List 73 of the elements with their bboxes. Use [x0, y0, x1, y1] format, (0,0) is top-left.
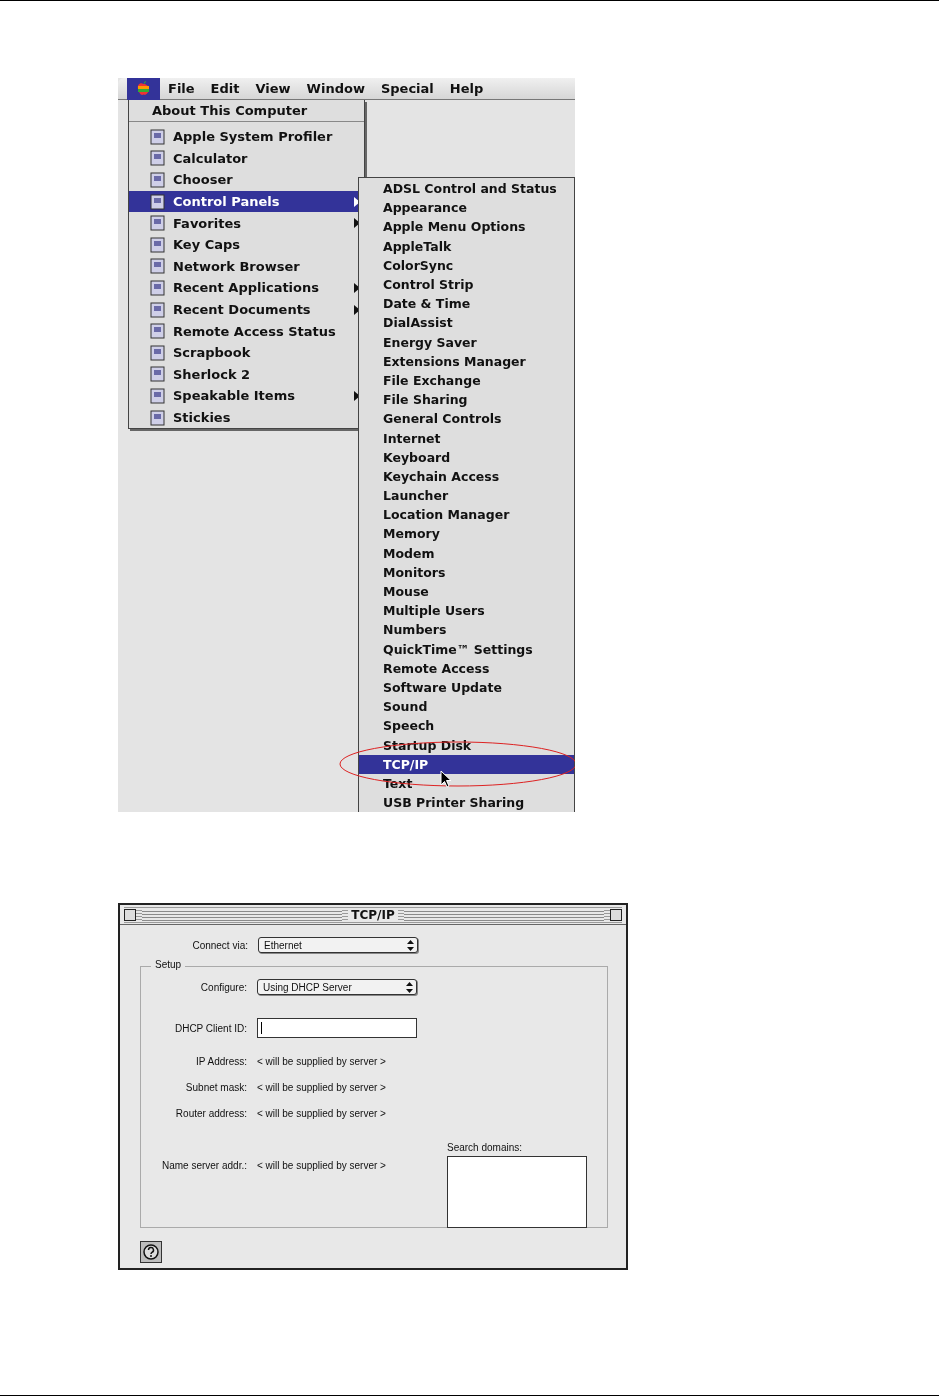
app-icon — [149, 323, 167, 340]
app-icon — [149, 172, 167, 188]
menu-item[interactable]: Mouse — [359, 581, 574, 602]
menu-title[interactable]: View — [247, 81, 299, 96]
app-icon — [149, 128, 167, 145]
menu-item[interactable]: QuickTime™ Settings — [359, 639, 574, 659]
menu-item[interactable]: About This Computer — [129, 100, 364, 122]
apple-logo-icon — [137, 81, 150, 96]
field-value: < will be supplied by server > — [257, 1160, 387, 1171]
menu-item[interactable]: Memory — [359, 524, 574, 544]
menu-title[interactable]: File — [160, 81, 203, 96]
menu-item[interactable]: Keyboard — [359, 447, 574, 467]
menu-item[interactable]: Multiple Users — [359, 601, 574, 621]
field-label: Router address: — [174, 1107, 248, 1119]
menu-item[interactable]: Internet — [359, 428, 574, 448]
menu-title[interactable]: Special — [372, 81, 442, 96]
field-label: Search domains: — [447, 1142, 524, 1153]
help-button[interactable] — [140, 1241, 162, 1263]
app-icon — [149, 301, 167, 318]
field-value: < will be supplied by server > — [257, 1081, 387, 1093]
menu-item[interactable]: Numbers — [359, 620, 574, 640]
updown-arrows-icon — [406, 981, 413, 993]
field-label: Name server addr.: — [160, 1160, 248, 1171]
field-value: < will be supplied by server > — [257, 1055, 387, 1067]
app-icon — [149, 258, 167, 275]
app-icon — [149, 387, 167, 404]
input-field[interactable] — [257, 1018, 417, 1038]
field-label: DHCP Client ID: — [173, 1022, 248, 1034]
menu-item[interactable]: Software Update — [359, 677, 574, 698]
app-icon — [149, 409, 167, 426]
field-label: Connect via: — [191, 939, 249, 951]
app-icon — [149, 279, 167, 296]
menu-item[interactable]: Apple System Profiler — [129, 126, 364, 148]
app-icon — [149, 193, 167, 210]
connect-via-popup[interactable]: Ethernet — [258, 937, 418, 953]
close-box[interactable] — [124, 908, 136, 921]
apple-menu-title[interactable] — [127, 78, 160, 100]
menu-item[interactable]: USB Printer Sharing — [359, 793, 574, 812]
menu-title[interactable]: Edit — [202, 81, 248, 96]
zoom-box[interactable] — [610, 908, 622, 921]
menu-item[interactable]: Launcher — [359, 486, 574, 506]
menu-item[interactable]: Monitors — [359, 562, 574, 582]
window-title: TCP/IP — [348, 907, 398, 922]
updown-arrows-icon — [407, 939, 414, 951]
menu-item[interactable]: Calculator — [129, 147, 364, 170]
submenu-arrow-icon — [354, 282, 360, 293]
app-icon — [149, 236, 167, 253]
menu-title[interactable]: Help — [441, 81, 492, 96]
field-value: < will be supplied by server > — [257, 1107, 387, 1119]
field-label: Configure: — [199, 981, 248, 993]
submenu-arrow-icon — [354, 390, 360, 401]
submenu-arrow-icon — [354, 218, 360, 229]
menu-item[interactable]: Modem — [359, 543, 574, 563]
app-icon — [149, 215, 167, 232]
menu-item[interactable]: Keychain Access — [359, 466, 574, 486]
menu-item[interactable]: Sound — [359, 697, 574, 717]
menu-item[interactable]: Location Manager — [359, 505, 574, 525]
app-icon — [149, 344, 167, 361]
menu-item[interactable]: Remote Access — [359, 658, 574, 678]
menu-item[interactable]: Speech — [359, 716, 574, 736]
field-label: Subnet mask: — [184, 1081, 248, 1093]
menu-title[interactable]: Window — [298, 81, 373, 96]
app-icon — [149, 150, 167, 167]
submenu-arrow-icon — [354, 196, 360, 207]
submenu-arrow-icon — [354, 304, 360, 315]
group-title: Setup — [151, 959, 186, 970]
configure-popup[interactable]: Using DHCP Server — [257, 979, 417, 995]
app-icon — [149, 366, 167, 383]
help-icon — [143, 1244, 159, 1260]
field-label: IP Address: — [195, 1055, 248, 1067]
menu-item[interactable]: TCP/IP — [359, 754, 574, 774]
search-domains-field[interactable] — [447, 1156, 587, 1228]
cursor-icon — [440, 770, 452, 788]
